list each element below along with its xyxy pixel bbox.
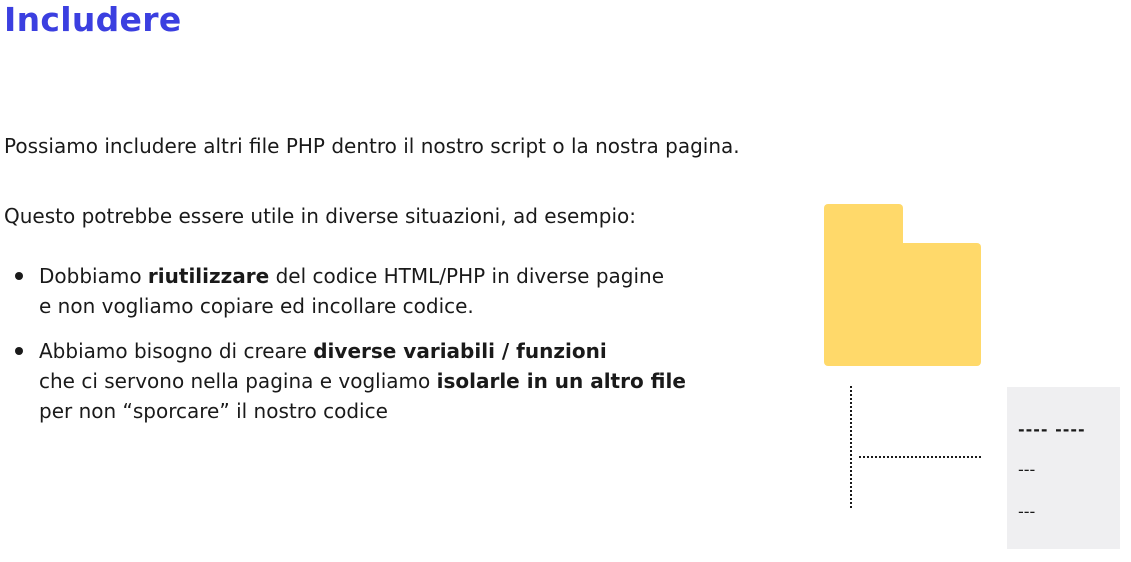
folder-icon <box>824 204 981 366</box>
list-item-line: per non “sporcare” il nostro codice <box>39 399 388 423</box>
list-item-line: che ci servono nella pagina e vogliamo i… <box>39 366 686 396</box>
file-line: --- <box>1018 502 1036 521</box>
bullet-icon <box>15 272 23 280</box>
list-item-line: Abbiamo bisogno di creare diverse variab… <box>39 336 686 366</box>
list-item-text: Abbiamo bisogno di creare <box>39 339 314 363</box>
tree-connector-vertical <box>850 386 852 508</box>
file-line: ---- ---- <box>1018 420 1086 439</box>
file-icon: ---- ---- --- --- <box>1007 387 1120 549</box>
list-item-text: Dobbiamo <box>39 264 148 288</box>
lead-paragraph: Questo potrebbe essere utile in diverse … <box>4 204 637 228</box>
list-item-line: e non vogliamo copiare ed incollare codi… <box>39 294 474 318</box>
intro-paragraph: Possiamo includere altri file PHP dentro… <box>4 134 740 158</box>
page-title: Includere <box>4 0 182 39</box>
list-item-emphasis: diverse variabili / funzioni <box>313 339 607 363</box>
list-item-emphasis: riutilizzare <box>147 264 270 288</box>
bullet-icon <box>15 347 23 355</box>
list-item-line: Dobbiamo riutilizzare del codice HTML/PH… <box>39 261 686 291</box>
folder-body <box>824 243 981 366</box>
file-line: --- <box>1018 460 1036 479</box>
list-item: Dobbiamo riutilizzare del codice HTML/PH… <box>0 261 686 321</box>
reasons-list: Dobbiamo riutilizzare del codice HTML/PH… <box>0 261 686 426</box>
tree-connector-horizontal <box>859 456 981 458</box>
list-item-text: del codice HTML/PHP in diverse pagine <box>269 264 665 288</box>
list-item-emphasis: isolarle in un altro file <box>436 369 686 393</box>
list-item-text: che ci servono nella pagina e vogliamo <box>39 369 437 393</box>
list-item: Abbiamo bisogno di creare diverse variab… <box>0 336 686 426</box>
